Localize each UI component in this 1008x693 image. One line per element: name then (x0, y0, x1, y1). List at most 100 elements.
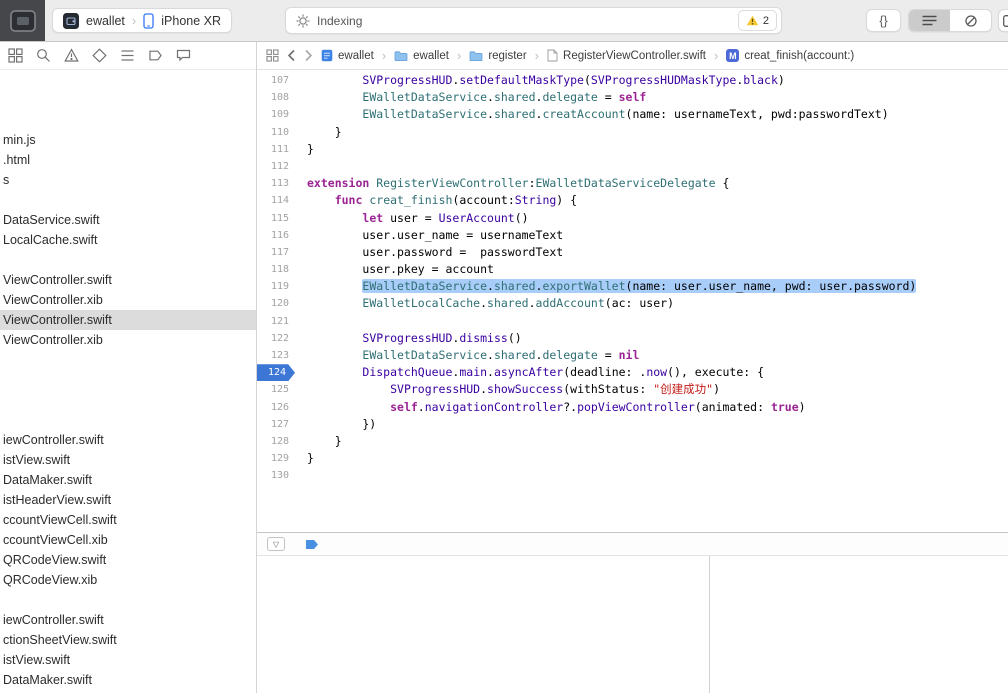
breakpoint-navigator-icon[interactable] (148, 48, 163, 63)
sidebar-file-item[interactable]: DataService.swift (0, 210, 256, 230)
sidebar-file-item[interactable]: istHeaderView.swift (0, 490, 256, 510)
line-number-gutter[interactable]: 125 (257, 381, 295, 398)
sidebar-file-item[interactable]: ViewController.xib (0, 330, 256, 350)
report-navigator-icon[interactable] (176, 48, 191, 63)
line-number-gutter[interactable]: 107 (257, 72, 295, 89)
project-navigator-icon[interactable] (8, 48, 23, 63)
code-line[interactable]: 115 let user = UserAccount() (257, 210, 1008, 227)
code-line-text[interactable]: }) (307, 416, 376, 433)
code-line[interactable]: 126 self.navigationController?.popViewCo… (257, 399, 1008, 416)
code-line-text[interactable]: EWalletDataService.shared.delegate = nil (307, 347, 639, 364)
sidebar-file-item[interactable]: ViewController.xib (0, 290, 256, 310)
code-line[interactable]: 116 user.user_name = usernameText (257, 227, 1008, 244)
line-number-gutter[interactable]: 120 (257, 295, 295, 312)
code-line-text[interactable]: } (307, 141, 314, 158)
sidebar-file-item[interactable]: QRCodeView.xib (0, 570, 256, 590)
sidebar-file-item[interactable]: ViewController.swift (0, 270, 256, 290)
line-number-gutter[interactable]: 129 (257, 450, 295, 467)
code-line-text[interactable]: DispatchQueue.main.asyncAfter(deadline: … (307, 364, 764, 381)
debug-navigator-icon[interactable] (120, 48, 135, 63)
line-number-gutter[interactable]: 108 (257, 89, 295, 106)
sidebar-file-item[interactable]: DataMaker.swift (0, 470, 256, 490)
code-structure-button[interactable]: {} (866, 9, 901, 32)
device-name[interactable]: iPhone XR (161, 14, 221, 28)
scheme-selector[interactable]: ewallet › iPhone XR (52, 8, 233, 33)
code-line-text[interactable]: } (307, 450, 314, 467)
code-line[interactable]: 112 (257, 158, 1008, 175)
code-line-text[interactable]: EWalletDataService.shared.creatAccount(n… (307, 106, 888, 123)
code-line-text[interactable]: EWalletDataService.shared.exportWallet(n… (307, 278, 917, 295)
code-line-text[interactable]: user.pkey = account (307, 261, 494, 278)
forward-button[interactable] (304, 49, 313, 62)
line-number-gutter[interactable]: 121 (257, 313, 295, 330)
code-line-text[interactable]: func creat_finish(account:String) { (307, 192, 577, 209)
code-line-text[interactable]: SVProgressHUD.showSuccess(withStatus: "创… (307, 381, 720, 398)
code-line-text[interactable]: SVProgressHUD.dismiss() (307, 330, 521, 347)
code-line[interactable]: 111} (257, 141, 1008, 158)
line-number-gutter[interactable]: 122 (257, 330, 295, 347)
code-line[interactable]: 120 EWalletLocalCache.shared.addAccount(… (257, 295, 1008, 312)
back-button[interactable] (287, 49, 296, 62)
code-line-text[interactable]: } (307, 433, 342, 450)
code-line[interactable]: 124 DispatchQueue.main.asyncAfter(deadli… (257, 364, 1008, 382)
sidebar-file-item[interactable]: ctionSheetView.swift (0, 630, 256, 650)
breakpoint-marker[interactable]: 124 (257, 364, 295, 382)
sidebar-file-item[interactable]: istView.swift (0, 450, 256, 470)
breadcrumb-item-project[interactable]: ewallet (321, 49, 374, 62)
line-number-gutter[interactable]: 128 (257, 433, 295, 450)
line-number-gutter[interactable]: 127 (257, 416, 295, 433)
editor-lines-button[interactable] (909, 10, 950, 31)
line-number-gutter[interactable]: 115 (257, 210, 295, 227)
code-line[interactable]: 122 SVProgressHUD.dismiss() (257, 330, 1008, 347)
line-number-gutter[interactable]: 109 (257, 106, 295, 123)
filter-disclosure-icon[interactable]: ▽ (267, 537, 285, 551)
code-line[interactable]: 128 } (257, 433, 1008, 450)
breadcrumb-item-method[interactable]: M creat_finish(account:) (726, 49, 854, 62)
line-number-gutter[interactable]: 113 (257, 175, 295, 192)
code-line[interactable]: 119 EWalletDataService.shared.exportWall… (257, 278, 1008, 295)
warning-badge[interactable]: 2 (737, 10, 777, 31)
code-line[interactable]: 123 EWalletDataService.shared.delegate =… (257, 347, 1008, 364)
sidebar-file-item[interactable]: LocalCache.swift (0, 230, 256, 250)
breakpoint-toggle-icon[interactable] (305, 539, 319, 550)
code-line[interactable]: 114 func creat_finish(account:String) { (257, 192, 1008, 209)
sidebar-file-item[interactable]: QRCodeView.swift (0, 550, 256, 570)
sidebar-file-item[interactable]: .html (0, 150, 256, 170)
editor-circle-button[interactable] (950, 10, 991, 31)
sidebar-file-item[interactable]: ViewController.swift (0, 310, 256, 330)
code-line-text[interactable]: SVProgressHUD.setDefaultMaskType(SVProgr… (307, 72, 784, 89)
issue-navigator-icon[interactable] (64, 48, 79, 63)
test-navigator-icon[interactable] (92, 48, 107, 63)
code-line[interactable]: 109 EWalletDataService.shared.creatAccou… (257, 106, 1008, 123)
sidebar-file-item[interactable]: min.js (0, 130, 256, 150)
code-line[interactable]: 108 EWalletDataService.shared.delegate =… (257, 89, 1008, 106)
breadcrumb-item-group[interactable]: ewallet (394, 50, 449, 62)
scheme-name[interactable]: ewallet (86, 14, 125, 28)
code-line-text[interactable]: user.user_name = usernameText (307, 227, 563, 244)
line-number-gutter[interactable]: 112 (257, 158, 295, 175)
code-line[interactable]: 107 SVProgressHUD.setDefaultMaskType(SVP… (257, 72, 1008, 89)
code-line-text[interactable]: EWalletDataService.shared.delegate = sel… (307, 89, 646, 106)
search-navigator-icon[interactable] (36, 48, 51, 63)
code-line[interactable]: 117 user.password = passwordText (257, 244, 1008, 261)
line-number-gutter[interactable]: 123 (257, 347, 295, 364)
code-line[interactable]: 127 }) (257, 416, 1008, 433)
code-line-text[interactable]: } (307, 124, 342, 141)
line-number-gutter[interactable]: 119 (257, 278, 295, 295)
activity-view[interactable]: Indexing 2 (285, 7, 782, 34)
breadcrumb-item-group[interactable]: register (469, 50, 527, 62)
sidebar-file-item[interactable]: iewController.swift (0, 430, 256, 450)
code-line-text[interactable]: self.navigationController?.popViewContro… (307, 399, 806, 416)
line-number-gutter[interactable]: 116 (257, 227, 295, 244)
code-line-text[interactable]: extension RegisterViewController:EWallet… (307, 175, 729, 192)
line-number-gutter[interactable]: 126 (257, 399, 295, 416)
code-line[interactable]: 129} (257, 450, 1008, 467)
code-line[interactable]: 110 } (257, 124, 1008, 141)
line-number-gutter[interactable]: 130 (257, 467, 295, 484)
code-line-text[interactable]: EWalletLocalCache.shared.addAccount(ac: … (307, 295, 674, 312)
line-number-gutter[interactable]: 111 (257, 141, 295, 158)
code-line[interactable]: 130 (257, 467, 1008, 484)
sidebar-file-item[interactable]: ccountViewCell.xib (0, 530, 256, 550)
inspector-toggle-button[interactable] (998, 9, 1008, 32)
sidebar-file-item[interactable]: ccountViewCell.swift (0, 510, 256, 530)
